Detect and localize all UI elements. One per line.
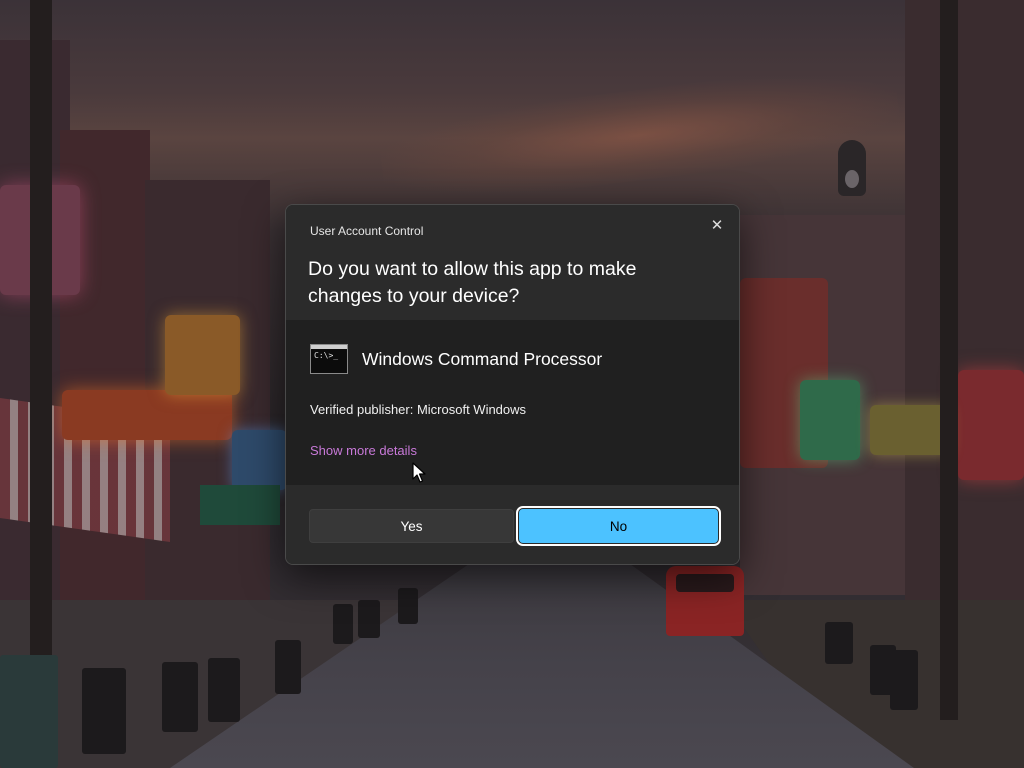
publisher-text: Verified publisher: Microsoft Windows (310, 402, 527, 417)
uac-dialog: User Account Control ✕ Do you want to al… (285, 204, 740, 565)
dialog-footer: Yes No (286, 485, 739, 564)
street-lamp (838, 140, 866, 196)
trash-bin (890, 650, 918, 710)
neon-sign-right-red (958, 370, 1024, 480)
sky-glow (376, 58, 904, 212)
neon-sign-left-blue (232, 430, 287, 490)
trash-bin (208, 658, 240, 722)
utility-pole-right (940, 0, 958, 720)
dialog-header: User Account Control ✕ Do you want to al… (286, 205, 739, 320)
app-name: Windows Command Processor (362, 349, 603, 369)
mouse-cursor-icon (412, 462, 426, 483)
awning-green (200, 485, 280, 525)
cmd-icon-prompt: C:\>_ (314, 351, 339, 360)
neon-sign-kings-palace (62, 390, 232, 440)
dialog-caption: User Account Control (310, 224, 424, 238)
neon-sign-right-yellow (870, 405, 950, 455)
utility-pole-left (30, 0, 52, 660)
show-more-details-link[interactable]: Show more details (310, 443, 417, 458)
yes-button[interactable]: Yes (309, 509, 514, 543)
building-right-2 (905, 0, 1024, 620)
trash-bin (333, 604, 353, 644)
cmd-icon: C:\>_ (310, 344, 348, 374)
close-button[interactable]: ✕ (703, 211, 731, 239)
trash-bin (398, 588, 418, 624)
trash-bin (162, 662, 198, 732)
neon-sign-right-green (800, 380, 860, 460)
neon-sign-left-yellow (165, 315, 240, 395)
close-icon: ✕ (710, 217, 724, 234)
trash-bin (0, 655, 58, 768)
trash-bin (358, 600, 380, 638)
trash-bin (825, 622, 853, 664)
dialog-question: Do you want to allow this app to make ch… (308, 258, 637, 307)
trash-bin (82, 668, 126, 754)
no-button[interactable]: No (516, 506, 721, 546)
trash-bin (275, 640, 301, 694)
red-car (666, 566, 744, 636)
dialog-body: C:\>_ Windows Command Processor Verified… (286, 320, 739, 485)
